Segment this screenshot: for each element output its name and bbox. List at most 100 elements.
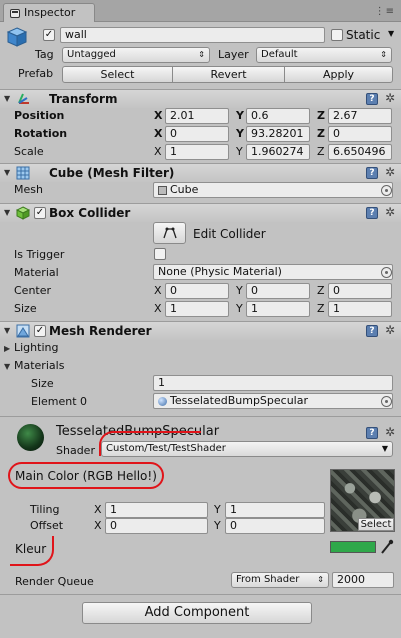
materials-foldout-icon[interactable]: ▼ — [4, 362, 10, 371]
offset-y-field[interactable]: 0 — [225, 518, 325, 534]
tiling-y-label[interactable]: Y — [214, 503, 221, 516]
offset-x-label[interactable]: X — [94, 519, 102, 532]
gear-icon[interactable]: ✲ — [384, 206, 396, 218]
texture-select-button[interactable]: Select — [358, 518, 394, 531]
material-preview-sphere — [17, 424, 44, 451]
mesh-renderer-header[interactable]: ▼ ✓ Mesh Renderer ? ✲ — [0, 321, 401, 340]
scale-z-label[interactable]: Z — [317, 145, 325, 158]
position-x-label[interactable]: X — [154, 109, 162, 122]
kleur-color-swatch[interactable] — [330, 541, 376, 553]
prefab-revert-button[interactable]: Revert — [172, 66, 285, 83]
size-y-label[interactable]: Y — [236, 302, 243, 315]
help-icon[interactable]: ? — [366, 167, 378, 179]
active-checkbox[interactable]: ✓ — [43, 29, 55, 41]
gear-icon[interactable]: ✲ — [384, 166, 396, 178]
edit-collider-button[interactable] — [153, 222, 186, 244]
main-color-label: Main Color (RGB Hello!) — [15, 469, 157, 483]
eyedropper-icon[interactable] — [380, 539, 394, 558]
foldout-icon[interactable]: ▼ — [4, 208, 10, 217]
rotation-z-field[interactable]: 0 — [328, 126, 392, 142]
position-z-field[interactable]: 2.67 — [328, 108, 392, 124]
materials-label[interactable]: Materials — [14, 359, 64, 372]
rotation-z-label[interactable]: Z — [317, 127, 325, 140]
foldout-icon[interactable]: ▼ — [4, 168, 10, 177]
help-icon[interactable]: ? — [366, 93, 378, 105]
mesh-filter-header[interactable]: ▼ Cube (Mesh Filter) ? ✲ — [0, 163, 401, 182]
tag-dropdown[interactable]: Untagged ⇕ — [62, 47, 210, 63]
element-0-field[interactable]: TesselatedBumpSpecular — [153, 393, 393, 409]
center-z-field[interactable]: 0 — [328, 283, 392, 299]
gear-icon[interactable]: ✲ — [384, 426, 396, 438]
position-z-label[interactable]: Z — [317, 109, 325, 122]
center-y-label[interactable]: Y — [236, 284, 243, 297]
rotation-label: Rotation — [14, 127, 68, 140]
scale-x-label[interactable]: X — [154, 145, 162, 158]
rotation-x-field[interactable]: 0 — [165, 126, 229, 142]
object-name-input[interactable]: wall — [60, 27, 325, 43]
transform-title: Transform — [49, 92, 118, 106]
transform-header[interactable]: ▼ Transform ? ✲ — [0, 89, 401, 108]
position-y-label[interactable]: Y — [236, 109, 244, 122]
prefab-select-button[interactable]: Select — [62, 66, 173, 83]
scale-x-field[interactable]: 1 — [165, 144, 229, 160]
prefab-apply-button[interactable]: Apply — [284, 66, 393, 83]
rotation-y-label[interactable]: Y — [236, 127, 244, 140]
center-z-label[interactable]: Z — [317, 284, 325, 297]
tiling-y-field[interactable]: 1 — [225, 502, 325, 518]
help-icon[interactable]: ? — [366, 207, 378, 219]
is-trigger-label: Is Trigger — [14, 248, 65, 261]
size-x-field[interactable]: 1 — [165, 301, 229, 317]
scale-y-label[interactable]: Y — [236, 145, 243, 158]
materials-size-field[interactable]: 1 — [153, 375, 393, 391]
size-x-label[interactable]: X — [154, 302, 162, 315]
physic-material-field[interactable]: None (Physic Material) — [153, 264, 393, 280]
mesh-filter-title: Cube (Mesh Filter) — [49, 166, 175, 180]
rotation-y-field[interactable]: 93.28201 — [246, 126, 310, 142]
object-picker-icon[interactable] — [381, 185, 392, 196]
tiling-x-field[interactable]: 1 — [105, 502, 208, 518]
offset-y-label[interactable]: Y — [214, 519, 221, 532]
tag-value: Untagged — [67, 49, 116, 60]
position-y-field[interactable]: 0.6 — [246, 108, 310, 124]
scale-z-field[interactable]: 6.650496 — [328, 144, 392, 160]
position-x-field[interactable]: 2.01 — [165, 108, 229, 124]
texture-thumbnail[interactable]: Select — [330, 469, 395, 532]
gear-icon[interactable]: ✲ — [384, 324, 396, 336]
size-y-field[interactable]: 1 — [246, 301, 310, 317]
center-x-label[interactable]: X — [154, 284, 162, 297]
help-icon[interactable]: ? — [366, 325, 378, 337]
center-y-field[interactable]: 0 — [246, 283, 310, 299]
is-trigger-checkbox[interactable] — [154, 248, 166, 260]
box-collider-header[interactable]: ▼ ✓ Box Collider ? ✲ — [0, 203, 401, 222]
tab-menu-icon[interactable]: ⋮≡ — [375, 6, 395, 17]
inspector-tab[interactable]: Inspector — [3, 3, 95, 22]
mesh-renderer-enabled-checkbox[interactable]: ✓ — [34, 325, 46, 337]
foldout-icon[interactable]: ▼ — [4, 326, 10, 335]
box-collider-enabled-checkbox[interactable]: ✓ — [34, 207, 46, 219]
render-queue-dropdown[interactable]: From Shader ⇕ — [231, 572, 329, 588]
center-label: Center — [14, 284, 52, 297]
center-x-field[interactable]: 0 — [165, 283, 229, 299]
render-queue-value-field[interactable]: 2000 — [332, 572, 394, 588]
lighting-foldout-icon[interactable]: ▶ — [4, 344, 10, 353]
help-icon[interactable]: ? — [366, 427, 378, 439]
foldout-icon[interactable]: ▼ — [4, 94, 10, 103]
offset-x-field[interactable]: 0 — [105, 518, 208, 534]
rotation-x-label[interactable]: X — [154, 127, 162, 140]
lighting-label[interactable]: Lighting — [14, 341, 58, 354]
scale-label: Scale — [14, 145, 44, 158]
gear-icon[interactable]: ✲ — [384, 92, 396, 104]
scale-y-field[interactable]: 1.960274 — [246, 144, 310, 160]
static-dropdown-icon[interactable]: ▼ — [388, 29, 394, 38]
add-component-button[interactable]: Add Component — [82, 602, 312, 624]
size-z-label[interactable]: Z — [317, 302, 325, 315]
mesh-object-field[interactable]: Cube — [153, 182, 393, 198]
inspector-tabbar: Inspector ⋮≡ — [0, 0, 401, 22]
static-checkbox[interactable] — [331, 29, 343, 41]
mesh-renderer-icon — [16, 324, 30, 341]
object-picker-icon[interactable] — [381, 267, 392, 278]
tiling-x-label[interactable]: X — [94, 503, 102, 516]
object-picker-icon[interactable] — [381, 396, 392, 407]
layer-dropdown[interactable]: Default ⇕ — [256, 47, 392, 63]
size-z-field[interactable]: 1 — [328, 301, 392, 317]
